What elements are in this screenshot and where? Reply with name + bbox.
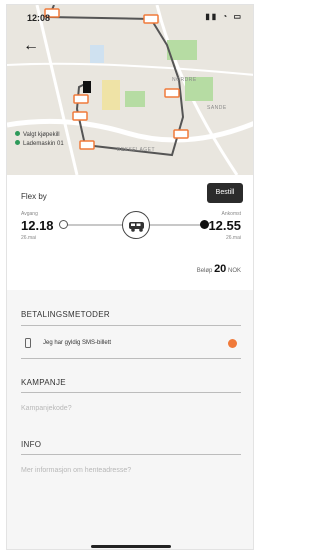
back-arrow-icon[interactable]: ← [23,38,39,54]
campaign-code-input[interactable]: Kampanjekode? [21,405,241,419]
legend-item: Valgt kjøpekill [15,131,64,140]
app-frame: 12:08 ▮▮ ◔ ▭ ← NORDRE BEKKELAGET SANDE V… [6,4,254,550]
payment-option-label: Jeg har gyldig SMS-billett [43,340,112,346]
map-place-label: BEKKELAGET [117,147,156,153]
arrival-caption: Ankomst [221,211,241,217]
map-place-label: SANDE [207,105,227,111]
legend-dot-icon [15,131,20,136]
trip-label: Flex by [21,192,47,201]
departure-time: 12.18 [21,218,54,233]
status-bar: 12:08 ▮▮ ◔ ▭ [7,5,253,27]
phone-icon [25,338,31,348]
divider [21,392,241,393]
start-dot-icon [59,220,68,229]
map-place-label: NORDRE [172,77,197,83]
arrival-date: 26.mai [225,235,241,241]
legend-dot-icon [15,140,20,145]
options-pane: BETALINGSMETODER Jeg har gyldig SMS-bill… [7,290,253,549]
payment-radio-selected[interactable] [228,339,237,348]
price-summary: Beløp 20 NOK [197,263,241,275]
divider [21,325,241,326]
order-button[interactable]: Bestill [207,183,243,203]
payment-option[interactable]: Jeg har gyldig SMS-billett [21,337,241,351]
bus-icon [122,211,150,239]
payment-title: BETALINGSMETODER [21,310,110,319]
arrival-time: 12.55 [208,218,241,233]
legend-label: Lademaskin 01 [23,141,64,147]
status-icons: ▮▮ ◔ ▭ [205,12,243,21]
price-currency: NOK [227,268,241,274]
info-title: INFO [21,440,42,449]
price-amount: 20 [214,263,227,275]
home-indicator[interactable] [91,545,171,548]
price-prefix: Beløp [196,268,213,274]
map-legend: Valgt kjøpekill Lademaskin 01 [15,131,64,149]
legend-label: Valgt kjøpekill [23,132,60,138]
divider [21,358,241,359]
legend-item: Lademaskin 01 [15,140,64,149]
status-time: 12:08 [27,13,51,23]
trip-card: Flex by Bestill Avgang 12.18 26.mai Anko… [7,175,253,290]
departure-date: 26.mai [21,235,37,241]
campaign-title: KAMPANJE [21,378,66,387]
departure-caption: Avgang [21,211,38,217]
info-input[interactable]: Mer informasjon om henteadresse? [21,467,241,481]
route-map[interactable]: 12:08 ▮▮ ◔ ▭ ← NORDRE BEKKELAGET SANDE V… [7,5,253,175]
divider [21,454,241,455]
